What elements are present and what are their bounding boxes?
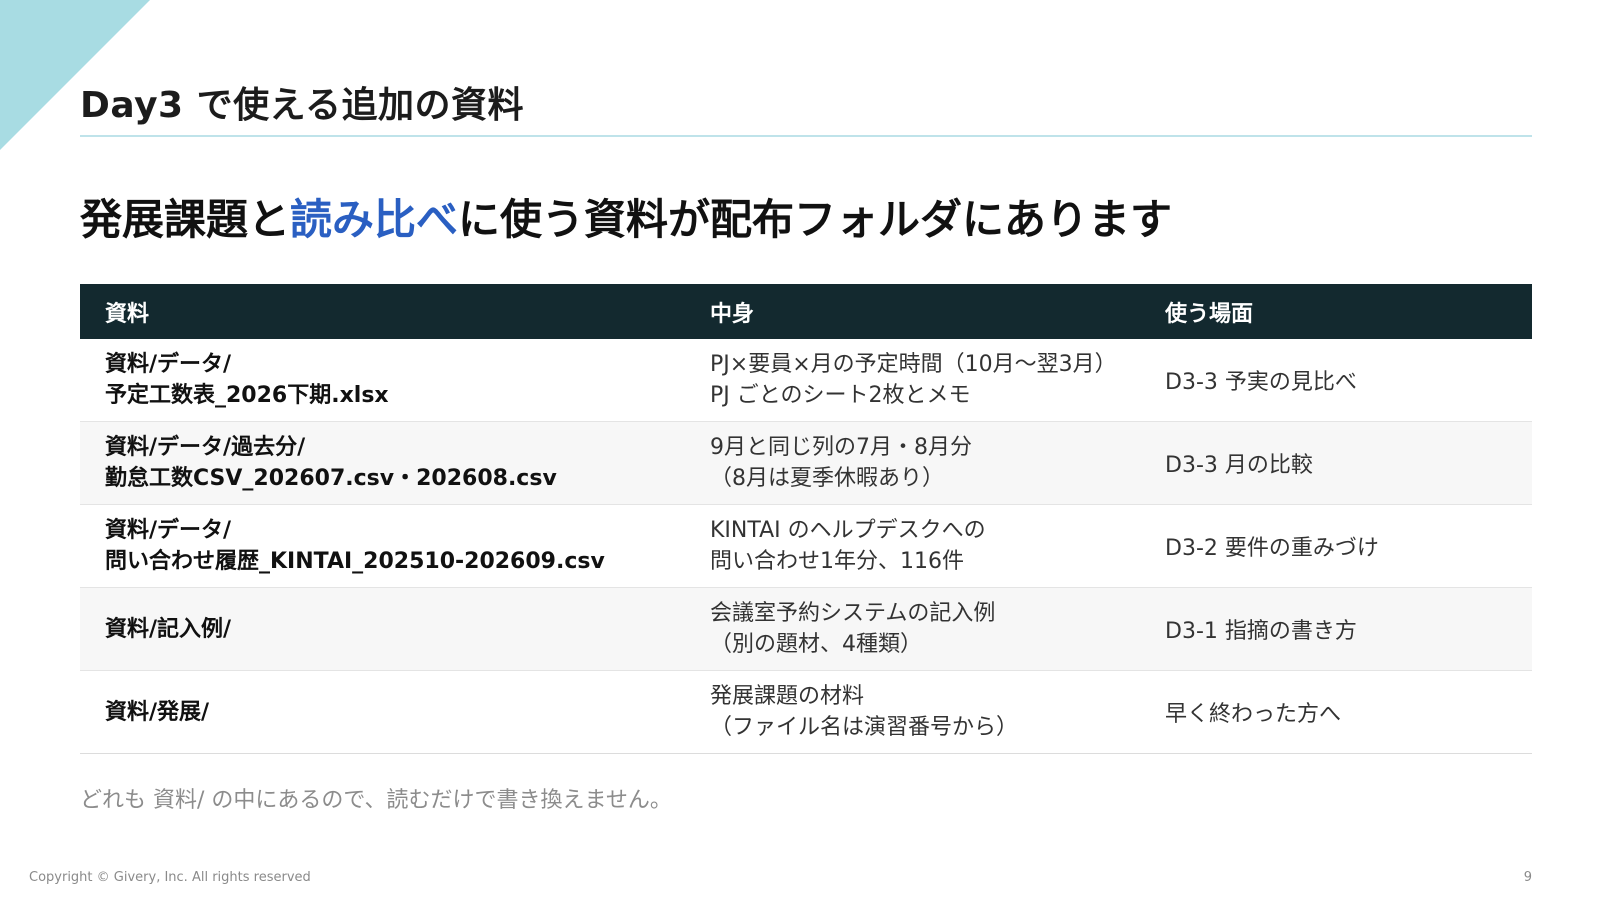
headline-before: 発展課題と xyxy=(80,195,291,244)
cell-content: 発展課題の材料 （ファイル名は演習番号から） xyxy=(710,684,1019,740)
table-row: 資料/データ/過去分/ 勤怠工数CSV_202607.csv・202608.cs… xyxy=(80,422,1532,505)
table-row: 資料/データ/ 問い合わせ履歴_KINTAI_202510-202609.csv… xyxy=(80,505,1532,588)
cell-content: 会議室予約システムの記入例 （別の題材、4種類） xyxy=(710,601,996,657)
cell-usage: 早く終わった方へ xyxy=(1165,702,1342,727)
cell-path: 資料/記入例/ xyxy=(105,616,232,642)
slide-title: Day3 で使える追加の資料 xyxy=(80,85,525,126)
headline: 発展課題と読み比べに使う資料が配布フォルダにあります xyxy=(80,186,1172,247)
header-content: 中身 xyxy=(710,301,755,327)
footnote: どれも 資料/ の中にあるので、読むだけで書き換えません。 xyxy=(80,788,672,813)
header-material: 資料 xyxy=(105,301,150,327)
cell-content: 9月と同じ列の7月・8月分 （8月は夏季休暇あり） xyxy=(710,435,972,491)
cell-path: 資料/データ/過去分/ 勤怠工数CSV_202607.csv・202608.cs… xyxy=(105,435,557,491)
materials-table: 資料 中身 使う場面 資料/データ/ 予定工数表_2026下期.xlsx PJ×… xyxy=(80,284,1532,754)
slide: Day3 で使える追加の資料 発展課題と読み比べに使う資料が配布フォルダにありま… xyxy=(0,0,1600,900)
header-usage: 使う場面 xyxy=(1165,301,1254,327)
table-row: 資料/データ/ 予定工数表_2026下期.xlsx PJ×要員×月の予定時間（1… xyxy=(80,339,1532,422)
cell-usage: D3-3 月の比較 xyxy=(1165,453,1313,478)
cell-usage: D3-3 予実の見比べ xyxy=(1165,370,1357,395)
cell-path: 資料/発展/ xyxy=(105,699,210,725)
headline-highlight: 読み比べ xyxy=(290,195,459,244)
page-number: 9 xyxy=(1523,870,1532,885)
table-row: 資料/発展/ 発展課題の材料 （ファイル名は演習番号から） 早く終わった方へ xyxy=(80,671,1532,754)
headline-after: に使う資料が配布フォルダにあります xyxy=(458,195,1173,244)
cell-content: KINTAI のヘルプデスクへの 問い合わせ1年分、116件 xyxy=(710,518,986,574)
table-header: 資料 中身 使う場面 xyxy=(80,284,1532,339)
cell-usage: D3-1 指摘の書き方 xyxy=(1165,619,1357,644)
cell-usage: D3-2 要件の重みづけ xyxy=(1165,536,1379,561)
title-divider xyxy=(80,135,1532,137)
cell-path: 資料/データ/ 予定工数表_2026下期.xlsx xyxy=(105,352,389,408)
table-row: 資料/記入例/ 会議室予約システムの記入例 （別の題材、4種類） D3-1 指摘… xyxy=(80,588,1532,671)
cell-path: 資料/データ/ 問い合わせ履歴_KINTAI_202510-202609.csv xyxy=(105,518,605,574)
cell-content: PJ×要員×月の予定時間（10月〜翌3月） PJ ごとのシート2枚とメモ xyxy=(710,352,1117,408)
copyright-text: Copyright © Givery, Inc. All rights rese… xyxy=(29,870,311,885)
